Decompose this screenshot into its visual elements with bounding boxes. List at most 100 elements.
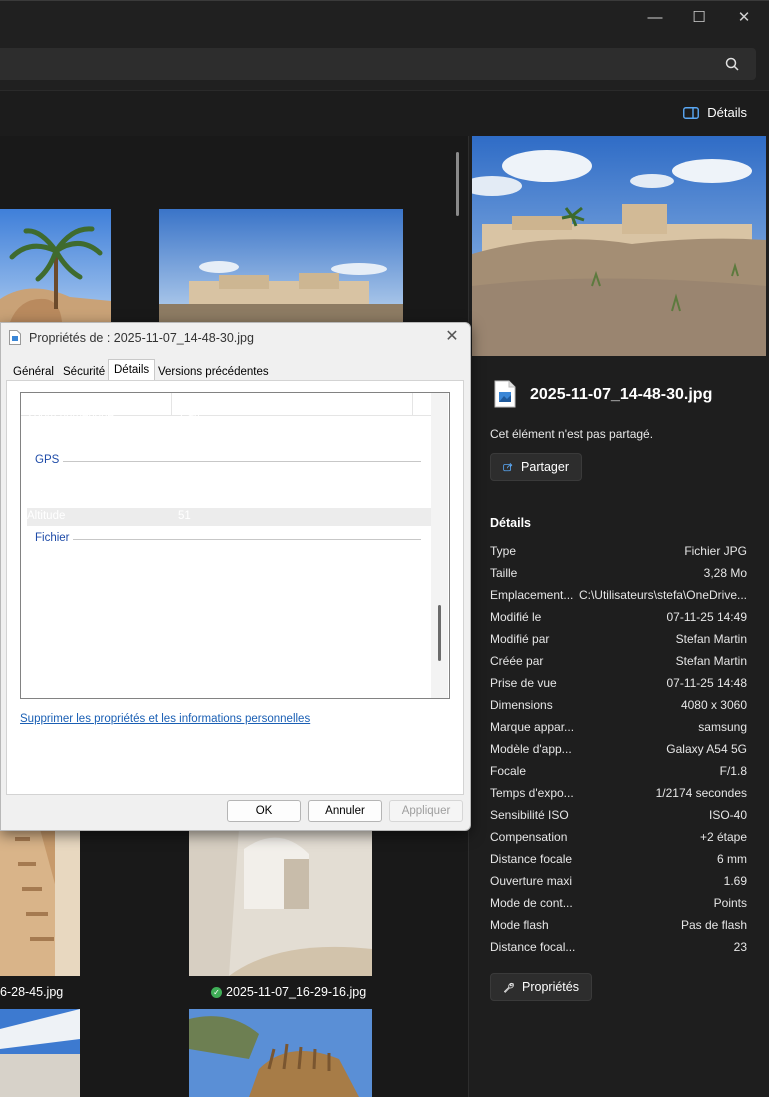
details-property-row: Distance focale 6 mm: [490, 852, 747, 874]
search-input[interactable]: [0, 48, 756, 80]
remove-properties-link[interactable]: Supprimer les propriétés et les informat…: [20, 713, 310, 725]
details-property-key: Distance focale: [490, 852, 573, 866]
thumbnail-palm-dome[interactable]: [0, 209, 111, 322]
property-row[interactable]: Nom 2025-11-07_14-48-30.jpg: [27, 550, 433, 568]
listbox-header: Propriété Valeur: [21, 393, 433, 416]
property-key: Attributs: [27, 660, 70, 672]
property-row[interactable]: Version EXIF 0220: [27, 430, 433, 448]
details-property-row: Ouverture maxi 1.69: [490, 874, 747, 896]
wrench-icon: [503, 982, 514, 993]
property-row[interactable]: Disponibilité: [27, 676, 433, 694]
thumbnail-white-room[interactable]: [189, 829, 372, 976]
property-key: Longitude: [27, 492, 78, 504]
details-property-row: Emplacement... C:\Utilisateurs\stefa\OneD…: [490, 588, 747, 610]
thumbnail-stairs[interactable]: [0, 829, 80, 976]
details-property-row: Créée par Stefan Martin: [490, 654, 747, 676]
column-header-value[interactable]: Valeur: [178, 398, 210, 410]
property-value: 2025-11-07_14-48-30.jpg: [178, 552, 307, 564]
close-icon: ✕: [737, 9, 751, 26]
maximize-icon: ☐: [692, 9, 706, 26]
share-button-label: Partager: [521, 460, 569, 474]
details-property-value: Fichier JPG: [684, 544, 747, 558]
dialog-close-button[interactable]: ✕: [442, 327, 462, 347]
property-key: Type d'élément: [27, 570, 105, 582]
property-row[interactable]: Type d'élément Fichier JPG: [27, 568, 433, 586]
thumbnail-image: [189, 829, 372, 976]
details-property-value: 3,28 Mo: [703, 566, 747, 580]
details-property-value: Galaxy A54 5G: [666, 742, 747, 756]
details-pane-toggle[interactable]: Détails: [683, 105, 747, 120]
property-key: Modifié le: [27, 624, 77, 636]
property-key: Taille: [27, 642, 54, 654]
thumbnail-palm-hut[interactable]: [189, 1009, 372, 1097]
search-icon[interactable]: [724, 56, 740, 72]
details-property-row: Temps d'expo... 1/2174 secondes: [490, 786, 747, 808]
sharing-status: Cet élément n'est pas partagé.: [490, 427, 654, 441]
details-property-value: 07-11-25 14:48: [666, 676, 747, 690]
property-value: 3,28 Mo: [178, 642, 220, 654]
dialog-title: Propriétés de : 2025-11-07_14-48-30.jpg: [29, 331, 254, 345]
details-property-key: Taille: [490, 566, 518, 580]
thumbnail-blue-sky[interactable]: [0, 1009, 80, 1097]
share-button[interactable]: Partager: [490, 453, 582, 481]
property-key: Latitude: [27, 474, 68, 486]
column-divider: [412, 393, 413, 415]
details-property-key: Type: [490, 544, 517, 558]
details-property-key: Modèle d'app...: [490, 742, 572, 756]
details-property-row: Modifié le 07-11-25 14:49: [490, 610, 747, 632]
details-property-row: Marque appar... samsung: [490, 720, 747, 742]
details-property-key: Créée par: [490, 654, 544, 668]
property-row[interactable]: Zoom numérique 1.94: [27, 414, 433, 426]
ok-button[interactable]: OK: [227, 800, 301, 822]
details-property-value: samsung: [698, 720, 747, 734]
details-property-row: Modifié par Stefan Martin: [490, 632, 747, 654]
details-property-value: Stefan Martin: [675, 632, 747, 646]
property-listbox[interactable]: Propriété Valeur Zoom numérique 1.94 Ver…: [20, 392, 450, 699]
maximize-button[interactable]: ☐: [676, 5, 722, 31]
group-divider: [63, 461, 421, 462]
property-row[interactable]: Date de création 26-11-25 16:12: [27, 604, 433, 622]
cancel-button[interactable]: Annuler: [308, 800, 382, 822]
details-property-value: 1/2174 secondes: [655, 786, 747, 800]
property-value: 51: [178, 510, 191, 522]
details-property-value: 23: [733, 940, 747, 954]
property-row[interactable]: Emplacement du fichier C:\Utilisateurs\s…: [27, 586, 433, 604]
properties-button[interactable]: Propriétés: [490, 973, 592, 1001]
thumbnail-image: [159, 209, 403, 322]
group-divider: [73, 539, 421, 540]
details-property-key: Modifié le: [490, 610, 542, 624]
details-property-key: Compensation: [490, 830, 568, 844]
property-value: 0220: [178, 432, 204, 444]
details-property-row: Taille 3,28 Mo: [490, 566, 747, 588]
property-row[interactable]: Taille 3,28 Mo: [27, 640, 433, 658]
details-property-value: Stefan Martin: [675, 654, 747, 668]
property-key: Date de création: [27, 606, 112, 618]
panel-file-name: 2025-11-07_14-48-30.jpg: [530, 386, 713, 403]
property-row[interactable]: Latitude 33; 47; 25.3413589999982491: [27, 472, 433, 490]
title-bar: — ☐ ✕: [0, 0, 769, 35]
thumbnail-filename: ✓ 2025-11-07_16-29-16.jpg: [211, 985, 366, 999]
details-property-key: Marque appar...: [490, 720, 575, 734]
image-file-icon: [494, 380, 516, 408]
property-row[interactable]: Modifié le 07-11-25 14:49: [27, 622, 433, 640]
details-property-key: Mode de cont...: [490, 896, 573, 910]
details-property-key: Temps d'expo...: [490, 786, 574, 800]
details-toggle-label: Détails: [707, 105, 747, 120]
details-property-row: Type Fichier JPG: [490, 544, 747, 566]
apply-button[interactable]: Appliquer: [389, 800, 463, 822]
listbox-scroll-thumb[interactable]: [438, 605, 441, 661]
thumbnail-filename-text: 2025-11-07_16-29-16.jpg: [226, 985, 367, 999]
minimize-button[interactable]: —: [632, 5, 678, 31]
thumbnail-desert-village[interactable]: [159, 209, 403, 322]
details-property-row: Modèle d'app... Galaxy A54 5G: [490, 742, 747, 764]
property-row[interactable]: Longitude 10; 48; 20.6863190000002817: [27, 490, 433, 508]
details-property-key: Focale: [490, 764, 527, 778]
file-view-scrollbar[interactable]: [456, 152, 459, 216]
close-window-button[interactable]: ✕: [721, 5, 767, 31]
property-row[interactable]: Attributs AL: [27, 658, 433, 676]
column-header-property[interactable]: Propriété: [28, 398, 75, 410]
listbox-scrollbar[interactable]: [431, 393, 448, 698]
property-key: Altitude: [27, 510, 66, 522]
property-row-selected[interactable]: Altitude 51: [27, 508, 433, 526]
details-heading: Détails: [490, 516, 531, 530]
